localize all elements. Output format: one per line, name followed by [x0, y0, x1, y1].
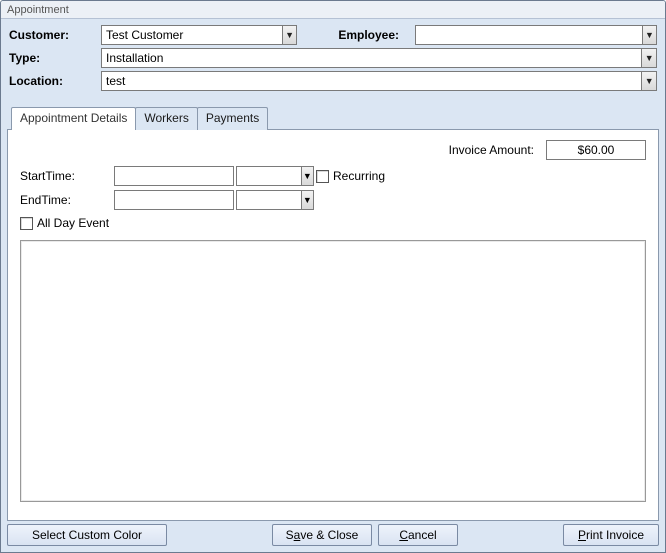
chevron-down-icon[interactable]: ▼ — [301, 167, 313, 185]
chevron-down-icon[interactable]: ▼ — [641, 49, 656, 67]
tab-payments[interactable]: Payments — [197, 107, 268, 130]
chevron-down-icon[interactable]: ▼ — [301, 191, 313, 209]
type-label: Type: — [9, 51, 95, 65]
starttime-date-input[interactable] — [114, 166, 234, 186]
invoice-amount-value[interactable]: $60.00 — [546, 140, 646, 160]
save-and-close-button[interactable]: Save & Close — [272, 524, 372, 546]
employee-combo[interactable]: ▼ — [415, 25, 657, 45]
recurring-checkbox[interactable] — [316, 170, 329, 183]
location-input[interactable] — [102, 72, 641, 90]
endtime-date-input[interactable] — [114, 190, 234, 210]
location-label: Location: — [9, 74, 95, 88]
cancel-accel: C — [399, 528, 408, 542]
cancel-post: ancel — [408, 528, 437, 542]
type-combo[interactable]: ▼ — [101, 48, 657, 68]
starttime-time-input[interactable] — [237, 167, 301, 185]
employee-input[interactable] — [416, 26, 642, 44]
endtime-time-input[interactable] — [237, 191, 301, 209]
tabstrip: Appointment Details Workers Payments — [7, 106, 659, 129]
footer-toolbar: Select Custom Color Save & Close Cancel … — [1, 520, 665, 552]
allday-checkbox[interactable] — [20, 217, 33, 230]
chevron-down-icon[interactable]: ▼ — [641, 72, 656, 90]
recurring-label: Recurring — [333, 169, 385, 183]
customer-combo[interactable]: ▼ — [101, 25, 297, 45]
header-form: Customer: ▼ Employee: ▼ Type: ▼ Location… — [1, 19, 665, 102]
chevron-down-icon[interactable]: ▼ — [642, 26, 656, 44]
allday-label: All Day Event — [37, 216, 109, 230]
select-custom-color-button[interactable]: Select Custom Color — [7, 524, 167, 546]
chevron-down-icon[interactable]: ▼ — [282, 26, 296, 44]
save-close-post: ve & Close — [300, 528, 358, 542]
appointment-window: Appointment Customer: ▼ Employee: ▼ Type… — [0, 0, 666, 553]
endtime-time-combo[interactable]: ▼ — [236, 190, 314, 210]
print-accel: P — [578, 528, 586, 542]
tab-appointment-details[interactable]: Appointment Details — [11, 107, 136, 130]
print-post: rint Invoice — [586, 528, 644, 542]
location-combo[interactable]: ▼ — [101, 71, 657, 91]
notes-textarea[interactable] — [20, 240, 646, 502]
endtime-label: EndTime: — [20, 193, 112, 207]
customer-label: Customer: — [9, 28, 95, 42]
tab-container: Appointment Details Workers Payments Inv… — [7, 106, 659, 521]
invoice-amount-label: Invoice Amount: — [449, 143, 534, 157]
customer-input[interactable] — [102, 26, 282, 44]
starttime-label: StartTime: — [20, 169, 112, 183]
save-close-pre: S — [286, 528, 294, 542]
starttime-time-combo[interactable]: ▼ — [236, 166, 314, 186]
employee-label: Employee: — [303, 28, 409, 42]
cancel-button[interactable]: Cancel — [378, 524, 458, 546]
print-invoice-button[interactable]: Print Invoice — [563, 524, 659, 546]
tab-panel-details: Invoice Amount: $60.00 StartTime: ▼ Recu… — [7, 129, 659, 521]
type-input[interactable] — [102, 49, 641, 67]
tab-workers[interactable]: Workers — [135, 107, 197, 130]
window-title: Appointment — [1, 1, 665, 19]
